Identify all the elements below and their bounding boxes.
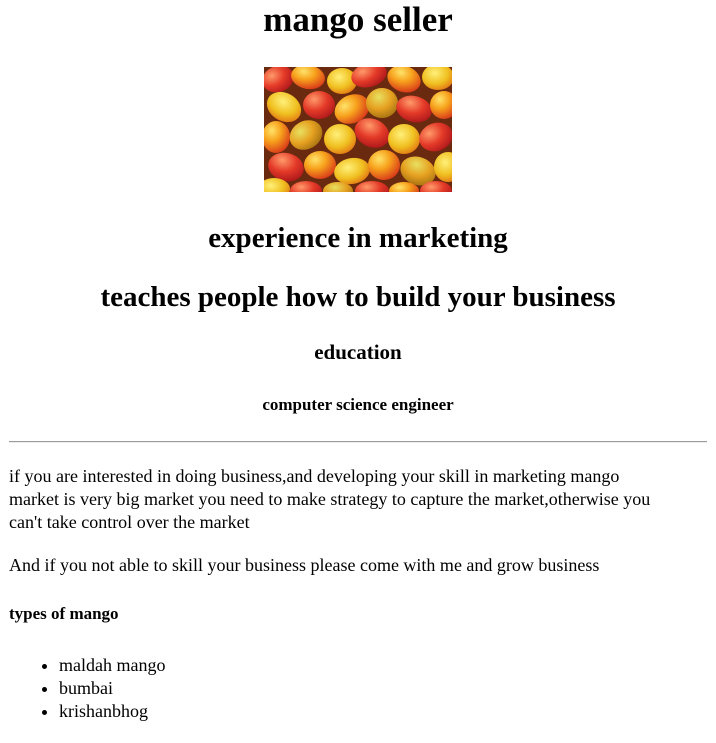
intro-paragraph: if you are interested in doing business,… bbox=[9, 466, 651, 532]
list-item: krishanbhog bbox=[59, 700, 165, 723]
teaches-heading: teaches people how to build your busines… bbox=[100, 281, 616, 313]
experience-heading: experience in marketing bbox=[208, 222, 508, 254]
list-item: bumbai bbox=[59, 677, 165, 700]
degree-heading: computer science engineer bbox=[262, 395, 454, 414]
education-heading: education bbox=[314, 340, 402, 364]
types-heading: types of mango bbox=[9, 604, 119, 623]
mango-types-list: maldah mango bumbai krishanbhog bbox=[9, 654, 165, 723]
mango-photo bbox=[264, 67, 452, 192]
divider bbox=[9, 441, 707, 443]
page: mango seller experience in marketing tea… bbox=[0, 0, 716, 743]
invite-paragraph: And if you not able to skill your busine… bbox=[9, 555, 600, 575]
mango-photo-graphic bbox=[264, 67, 452, 192]
list-item: maldah mango bbox=[59, 654, 165, 677]
page-title: mango seller bbox=[263, 0, 453, 39]
